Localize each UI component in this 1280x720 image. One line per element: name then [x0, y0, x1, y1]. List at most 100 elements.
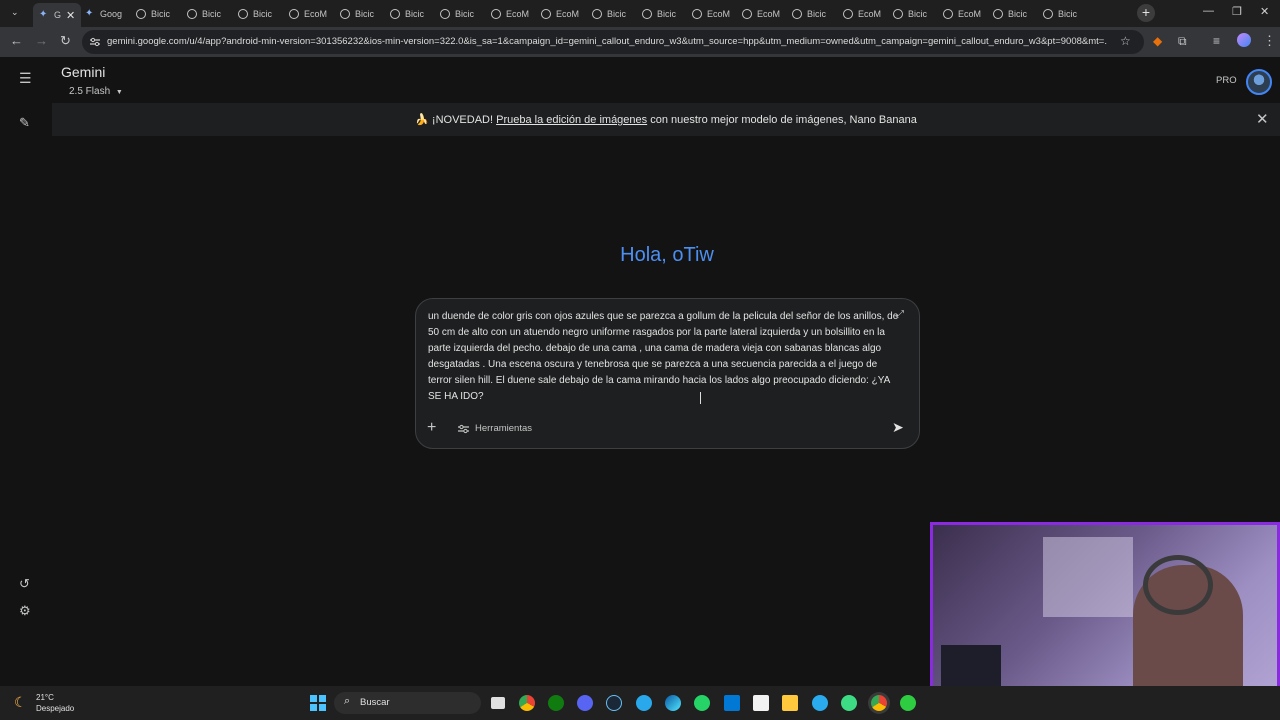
site-info-icon[interactable]: [90, 37, 100, 47]
globe-icon: [843, 9, 853, 19]
side-rail: ☰ ✎ ↺ ⚙: [0, 57, 52, 686]
tab-label: G: [54, 10, 62, 20]
browser-tab[interactable]: ✦ Goog: [85, 4, 122, 24]
new-chat-icon[interactable]: ✎: [19, 115, 30, 131]
file-explorer-icon[interactable]: [782, 695, 798, 711]
whatsapp-icon[interactable]: [694, 695, 710, 711]
browser-tab[interactable]: Bicic: [642, 4, 676, 24]
activity-history-icon[interactable]: ↺: [19, 576, 30, 592]
forward-button[interactable]: →: [35, 33, 48, 49]
telegram-desktop-icon[interactable]: [812, 695, 828, 711]
globe-icon: [742, 9, 752, 19]
text-cursor: [700, 392, 701, 404]
minimize-icon[interactable]: —: [1203, 5, 1214, 17]
taskbar-search[interactable]: ⌕ Buscar: [334, 692, 481, 714]
browser-tab[interactable]: Bicic: [1043, 4, 1077, 24]
weather-description[interactable]: Despejado: [36, 704, 74, 713]
window-close-icon[interactable]: ✕: [1260, 5, 1269, 18]
bookmark-star-icon[interactable]: ☆: [1120, 34, 1131, 48]
tab-label: Goog: [100, 9, 123, 19]
profile-avatar-icon[interactable]: [1237, 33, 1251, 47]
send-icon[interactable]: ➤: [892, 419, 904, 436]
store-icon[interactable]: [753, 695, 769, 711]
browser-tab[interactable]: EcoM: [843, 4, 881, 24]
main-menu-icon[interactable]: ☰: [19, 70, 32, 87]
discord-icon[interactable]: [577, 695, 593, 711]
browser-tab[interactable]: EcoM: [742, 4, 780, 24]
browser-tab[interactable]: EcoM: [943, 4, 981, 24]
browser-tab[interactable]: Bicic: [136, 4, 170, 24]
browser-tab[interactable]: EcoM: [692, 4, 730, 24]
browser-tab[interactable]: Bicic: [893, 4, 927, 24]
settings-gear-icon[interactable]: ⚙: [19, 603, 31, 619]
media-control-icon[interactable]: ≡: [1213, 33, 1220, 49]
browser-tab[interactable]: Bicic: [238, 4, 272, 24]
address-bar[interactable]: gemini.google.com/u/4/app?android-min-ve…: [82, 30, 1144, 54]
new-tab-button[interactable]: +: [1137, 4, 1155, 22]
browser-tab[interactable]: Bicic: [340, 4, 374, 24]
weather-temperature[interactable]: 21°C: [36, 693, 54, 702]
tab-label: EcoM: [556, 9, 580, 19]
edge-icon[interactable]: [665, 695, 681, 711]
tab-label: EcoM: [506, 9, 530, 19]
browser-tab[interactable]: EcoM: [289, 4, 327, 24]
xbox-icon[interactable]: [548, 695, 564, 711]
task-view-icon[interactable]: [491, 697, 505, 709]
banner-link[interactable]: Prueba la edición de imágenes: [496, 114, 647, 126]
globe-icon: [390, 9, 400, 19]
steam-icon[interactable]: [606, 695, 622, 711]
gemini-sparkle-icon: ✦: [85, 8, 94, 19]
model-selector[interactable]: 2.5 Flash ▼: [69, 86, 123, 97]
globe-icon: [289, 9, 299, 19]
browser-tab[interactable]: Bicic: [390, 4, 424, 24]
chrome-icon[interactable]: [519, 695, 535, 711]
reload-button[interactable]: ↻: [60, 33, 71, 49]
tab-close-icon[interactable]: ✕: [66, 9, 75, 22]
tab-search-chevron-icon[interactable]: ⌄: [11, 7, 19, 18]
tab-label: Bicic: [355, 9, 375, 19]
tab-label: Bicic: [1058, 9, 1078, 19]
globe-icon: [642, 9, 652, 19]
banana-emoji-icon: 🍌: [415, 114, 429, 126]
browser-tab[interactable]: Bicic: [440, 4, 474, 24]
app-check-icon[interactable]: [900, 695, 916, 711]
extensions-puzzle-icon[interactable]: ⧉: [1178, 33, 1187, 49]
tools-button[interactable]: Herramientas: [458, 423, 532, 434]
globe-icon: [136, 9, 146, 19]
browser-tab[interactable]: Bicic: [792, 4, 826, 24]
chrome-active-icon[interactable]: [871, 695, 887, 711]
add-attachment-button[interactable]: +: [427, 419, 436, 437]
app-green-icon[interactable]: [841, 695, 857, 711]
extension-icon[interactable]: ◆: [1153, 33, 1162, 49]
globe-icon: [187, 9, 197, 19]
browser-tab[interactable]: EcoM: [541, 4, 579, 24]
tab-label: Bicic: [807, 9, 827, 19]
url-text[interactable]: gemini.google.com/u/4/app?android-min-ve…: [107, 36, 1107, 47]
tab-label: EcoM: [757, 9, 781, 19]
browser-tab[interactable]: EcoM: [491, 4, 529, 24]
telegram-icon[interactable]: [636, 695, 652, 711]
tab-label: Bicic: [607, 9, 627, 19]
account-avatar[interactable]: [1246, 69, 1272, 95]
tab-label: Bicic: [455, 9, 475, 19]
greeting: Hola, oTiw: [620, 244, 714, 266]
moon-weather-icon[interactable]: ☾: [14, 694, 27, 711]
restore-icon[interactable]: ❐: [1232, 5, 1242, 18]
back-button[interactable]: ←: [10, 33, 23, 49]
browser-tab[interactable]: Bicic: [993, 4, 1027, 24]
prompt-input[interactable]: un duende de color gris con ojos azules …: [428, 309, 903, 405]
browser-tab[interactable]: Bicic: [592, 4, 626, 24]
tools-label: Herramientas: [475, 423, 533, 434]
tab-label: EcoM: [304, 9, 328, 19]
banner-close-icon[interactable]: ✕: [1256, 110, 1269, 128]
outlook-icon[interactable]: [724, 695, 740, 711]
prompt-input-box[interactable]: un duende de color gris con ojos azules …: [415, 298, 920, 449]
browser-menu-icon[interactable]: ⋮: [1263, 33, 1276, 49]
browser-tab[interactable]: Bicic: [187, 4, 221, 24]
browser-tab[interactable]: ✦ G ✕: [33, 3, 82, 27]
app-title[interactable]: Gemini: [61, 64, 105, 80]
tab-label: Bicic: [1008, 9, 1028, 19]
expand-icon[interactable]: ⤢: [896, 309, 904, 320]
start-button[interactable]: [310, 695, 326, 711]
announcement-banner: 🍌 ¡NOVEDAD! Prueba la edición de imágene…: [52, 103, 1280, 136]
